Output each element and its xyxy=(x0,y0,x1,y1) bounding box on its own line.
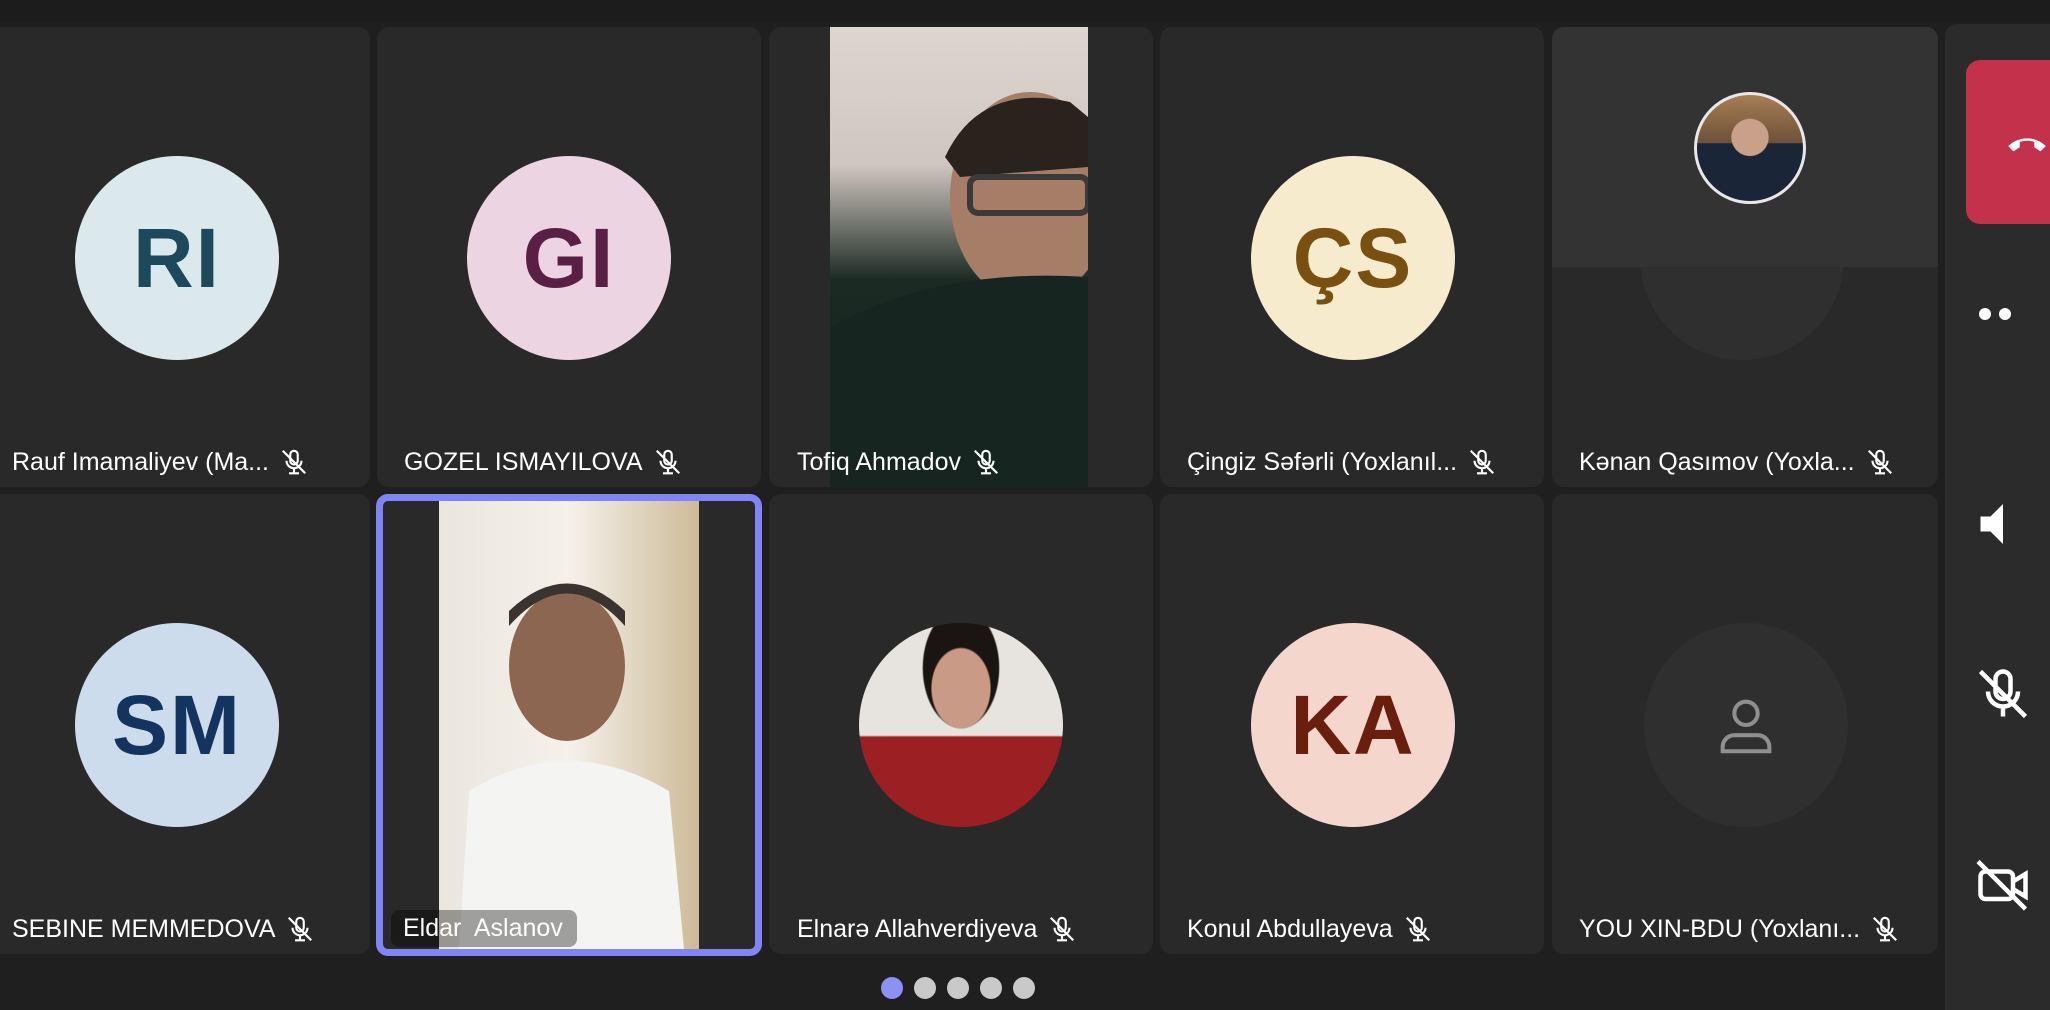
person-icon xyxy=(1720,699,1772,754)
participant-name: Çingiz Səfərli (Yoxlanıl... xyxy=(1187,447,1458,476)
mic-off-icon xyxy=(1405,916,1430,942)
call-controls-sidebar xyxy=(1945,24,2050,1010)
mic-off-icon xyxy=(655,449,680,475)
mic-off-icon xyxy=(1050,916,1075,942)
participant-tile-active-speaker[interactable]: Eldar Aslanov xyxy=(376,494,762,956)
participant-tile[interactable]: ÇS Çingiz Səfərli (Yoxlanıl... xyxy=(1160,27,1544,487)
speaker-icon xyxy=(1980,504,2003,544)
participant-video xyxy=(830,27,1088,487)
participant-name: Rauf Imamaliyev (Ma... xyxy=(12,447,270,476)
more-options-icon xyxy=(1979,308,2011,320)
mic-off-icon xyxy=(1867,449,1892,475)
page-dot-active[interactable] xyxy=(881,977,903,999)
video-frame xyxy=(830,92,1088,487)
photo-avatar xyxy=(1694,92,1806,204)
participant-tile[interactable]: RI Rauf Imamaliyev (Ma... xyxy=(0,27,370,487)
initials-avatar: KA xyxy=(1251,623,1455,827)
participant-tile[interactable]: Elnarə Allahverdiyeva xyxy=(769,494,1153,954)
photo-avatar xyxy=(859,623,1063,827)
participant-name: Tofiq Ahmadov xyxy=(797,447,961,476)
mic-off-icon xyxy=(1978,669,2028,719)
page-dot[interactable] xyxy=(980,977,1002,999)
camera-button[interactable] xyxy=(1973,854,2048,929)
participant-tile[interactable]: KA Konul Abdullayeva xyxy=(1160,494,1544,954)
participant-name: Elnarə Allahverdiyeva xyxy=(797,914,1038,943)
mic-off-icon xyxy=(1470,449,1495,475)
hangup-button[interactable] xyxy=(1966,60,2050,224)
mic-off-icon xyxy=(973,449,999,475)
participant-tile[interactable]: Kənan Qasımov (Yoxla... xyxy=(1552,27,1938,487)
mic-off-icon xyxy=(282,449,307,475)
initials-avatar: RI xyxy=(75,156,279,360)
hangup-icon xyxy=(2008,138,2046,152)
page-dot[interactable] xyxy=(1013,977,1035,999)
video-frame xyxy=(439,501,699,949)
page-dot[interactable] xyxy=(947,977,969,999)
initials-avatar: GI xyxy=(467,156,671,360)
participant-tile[interactable]: Tofiq Ahmadov xyxy=(769,27,1153,487)
mic-off-icon xyxy=(288,916,313,942)
participant-name: Konul Abdullayeva xyxy=(1187,914,1393,943)
placeholder-avatar xyxy=(1644,623,1848,827)
mic-off-icon xyxy=(1873,916,1898,942)
participant-grid: RI Rauf Imamaliyev (Ma... GI GOZEL ISMAY… xyxy=(0,0,1950,1010)
initials-avatar: ÇS xyxy=(1251,156,1455,360)
participant-name: Eldar Aslanov xyxy=(403,914,563,942)
participant-tile[interactable]: SM SEBINE MEMMEDOVA xyxy=(0,494,370,954)
camera-off-icon xyxy=(1976,859,2028,911)
participant-tile[interactable]: YOU XIN-BDU (Yoxlanı... xyxy=(1552,494,1938,954)
mute-button[interactable] xyxy=(1973,664,2048,739)
page-dot[interactable] xyxy=(914,977,936,999)
participant-name: GOZEL ISMAYILOVA xyxy=(404,447,643,476)
page-indicator xyxy=(881,977,1035,999)
more-options-button[interactable] xyxy=(1975,304,2050,354)
speaker-button[interactable] xyxy=(1973,494,2048,569)
participant-name: YOU XIN-BDU (Yoxlanı... xyxy=(1579,914,1861,943)
participant-video xyxy=(439,501,699,949)
participant-name: Kənan Qasımov (Yoxla... xyxy=(1579,447,1855,476)
participant-name: SEBINE MEMMEDOVA xyxy=(12,914,276,943)
participant-tile[interactable]: GI GOZEL ISMAYILOVA xyxy=(377,27,761,487)
initials-avatar: SM xyxy=(75,623,279,827)
